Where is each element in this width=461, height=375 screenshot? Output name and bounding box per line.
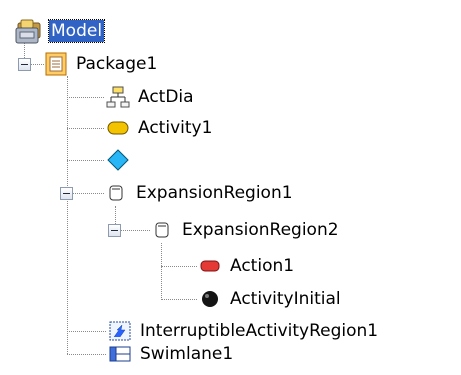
tree-item-expansionregion2[interactable]: ExpansionRegion2 bbox=[150, 217, 341, 243]
tree-item-label: ExpansionRegion1 bbox=[136, 183, 293, 203]
interruptible-region-icon bbox=[108, 319, 132, 343]
model-tree: Model Package1 ActDia Activity1 Expansio… bbox=[0, 0, 461, 375]
package-icon bbox=[44, 52, 68, 76]
expansionregion2-collapse-toggle[interactable] bbox=[108, 224, 121, 237]
activity-icon bbox=[106, 116, 130, 140]
decision-node-icon bbox=[106, 148, 130, 172]
tree-item-actdia[interactable]: ActDia bbox=[106, 84, 196, 110]
tree-item-label: Package1 bbox=[76, 54, 158, 74]
tree-line bbox=[67, 160, 104, 161]
tree-item-label: ActivityInitial bbox=[230, 289, 341, 309]
initial-node-icon bbox=[198, 287, 222, 311]
tree-item-expansionregion1[interactable]: ExpansionRegion1 bbox=[104, 180, 295, 206]
tree-item-label: Action1 bbox=[230, 256, 295, 276]
tree-item-activityinitial[interactable]: ActivityInitial bbox=[198, 286, 343, 312]
expansionregion1-collapse-toggle[interactable] bbox=[60, 187, 73, 200]
tree-line bbox=[67, 128, 104, 129]
tree-item-label: Model bbox=[47, 19, 106, 43]
tree-item-label: Activity1 bbox=[138, 118, 213, 138]
tree-item-swimlane1[interactable]: Swimlane1 bbox=[108, 341, 235, 367]
tree-item-action1[interactable]: Action1 bbox=[198, 253, 296, 279]
tree-line bbox=[121, 230, 150, 231]
tree-line bbox=[67, 331, 106, 332]
tree-item-label: InterruptibleActivityRegion1 bbox=[140, 321, 379, 341]
package1-collapse-toggle[interactable] bbox=[18, 58, 31, 71]
tree-item-activity1[interactable]: Activity1 bbox=[106, 115, 214, 141]
tree-item-package1[interactable]: Package1 bbox=[44, 51, 159, 77]
tree-item-label: ExpansionRegion2 bbox=[182, 220, 339, 240]
tree-item-label: ActDia bbox=[138, 87, 194, 107]
tree-line bbox=[67, 76, 68, 354]
expansion-region-icon bbox=[104, 181, 128, 205]
tree-item-label: Swimlane1 bbox=[140, 344, 234, 364]
swimlane-icon bbox=[108, 342, 132, 366]
tree-line bbox=[73, 193, 104, 194]
model-icon bbox=[10, 14, 44, 48]
expansion-region-icon bbox=[150, 218, 174, 242]
activity-diagram-icon bbox=[106, 85, 130, 109]
tree-item-decision-node[interactable] bbox=[106, 147, 140, 173]
tree-line bbox=[161, 266, 197, 267]
tree-line bbox=[161, 243, 162, 300]
tree-item-model[interactable]: Model bbox=[10, 18, 106, 44]
tree-line bbox=[67, 97, 104, 98]
tree-line bbox=[67, 354, 106, 355]
action-icon bbox=[198, 254, 222, 278]
tree-line bbox=[161, 299, 197, 300]
